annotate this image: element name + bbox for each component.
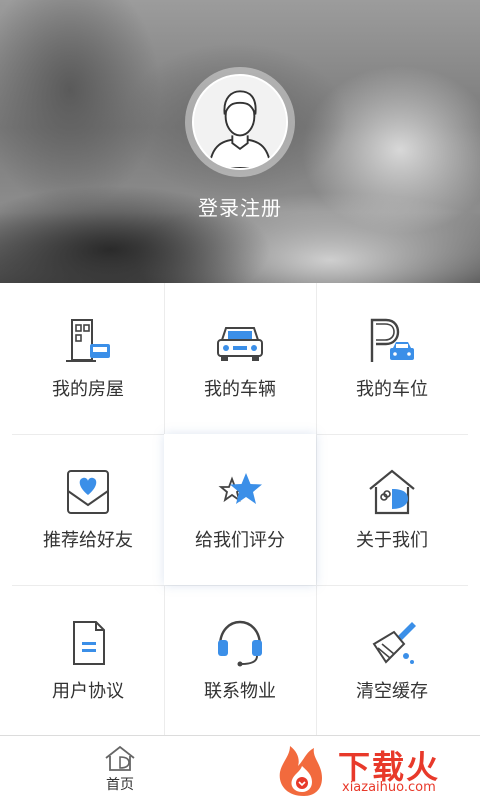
menu-item-my-house[interactable]: 我的房屋: [12, 283, 164, 434]
home-icon: [105, 745, 135, 771]
menu-item-label: 我的车辆: [204, 379, 276, 400]
menu-item-about-us[interactable]: 关于我们: [316, 434, 468, 585]
menu-item-contact-property[interactable]: 联系物业: [164, 585, 316, 736]
flame-icon: [279, 746, 322, 796]
menu-item-label: 我的房屋: [52, 379, 124, 400]
watermark-domain: xiazaihuo.com: [342, 780, 436, 795]
menu-item-clear-cache[interactable]: 清空缓存: [316, 585, 468, 736]
menu-item-label: 联系物业: [204, 681, 276, 702]
menu-item-recommend-friends[interactable]: 推荐给好友: [12, 434, 164, 585]
parking-icon: [364, 316, 420, 366]
menu-item-label: 用户协议: [52, 681, 124, 702]
avatar-button[interactable]: [185, 67, 295, 177]
menu-item-label: 清空缓存: [356, 681, 428, 702]
headset-icon: [212, 618, 268, 668]
menu-item-label: 关于我们: [356, 530, 428, 551]
heart-mail-icon: [60, 467, 116, 517]
menu-item-label: 推荐给好友: [43, 530, 133, 551]
house-sofa-icon: [60, 316, 116, 366]
menu-item-label: 我的车位: [356, 379, 428, 400]
login-register-link[interactable]: 登录注册: [0, 192, 480, 221]
profile-header: 登录注册: [0, 0, 480, 283]
car-icon: [212, 316, 268, 366]
menu-grid: 我的房屋 我的车辆 我的车位 推荐给好友 给我们评分 关于我们 用户协议 联系物…: [0, 283, 480, 735]
menu-item-rate-us[interactable]: 给我们评分: [164, 434, 316, 585]
avatar-icon: [192, 74, 288, 170]
watermark-logo: 下载火 xiazaihuo.com: [268, 740, 480, 800]
menu-item-label: 给我们评分: [195, 530, 285, 551]
about-house-icon: [364, 467, 420, 517]
tab-home-label: 首页: [106, 777, 134, 793]
tab-home[interactable]: 首页: [95, 744, 145, 794]
menu-item-user-agreement[interactable]: 用户协议: [12, 585, 164, 736]
star-icon: [212, 467, 268, 517]
broom-icon: [364, 618, 420, 668]
document-icon: [60, 618, 116, 668]
menu-item-my-vehicle[interactable]: 我的车辆: [164, 283, 316, 434]
menu-item-my-parking[interactable]: 我的车位: [316, 283, 468, 434]
